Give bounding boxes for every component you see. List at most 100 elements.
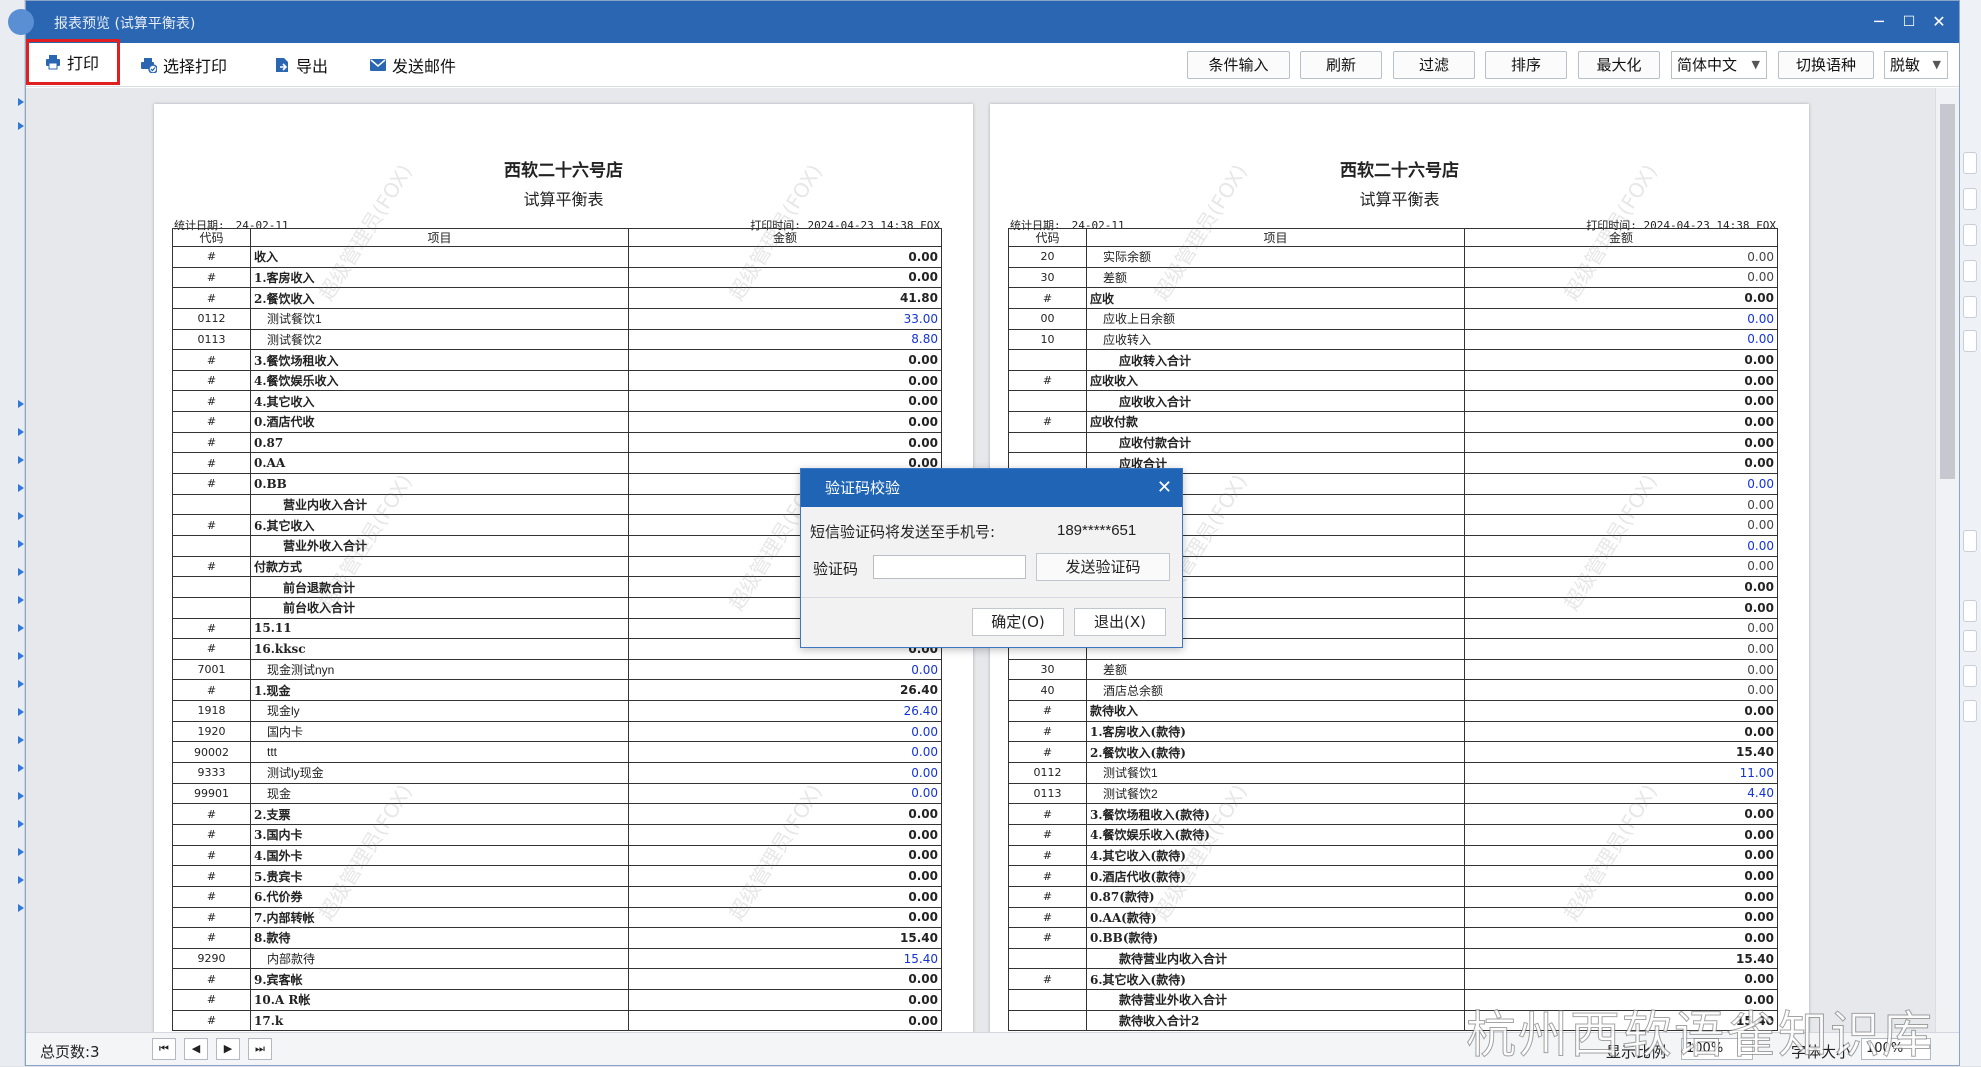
table-row: 9290 内部款待 15.40 (172, 947, 942, 970)
background-control (1963, 188, 1977, 210)
language-value: 简体中文 (1677, 56, 1738, 74)
last-page-button[interactable]: ⏭ (248, 1038, 272, 1060)
maximize-view-button[interactable]: 最大化 (1578, 51, 1660, 79)
store-name: 西软二十六号店 (504, 161, 623, 181)
maximize-button[interactable]: ☐ (1897, 10, 1921, 34)
table-row: #17.k 0.00 (172, 1009, 942, 1032)
table-row: #4.餐饮娱乐收入 0.00 (172, 369, 942, 392)
expand-arrow-icon (18, 568, 24, 576)
table-row: #0.AA(款待) 0.00 (1008, 906, 1778, 929)
app-icon (8, 9, 34, 35)
cell-item: 款待收入合计2 (1086, 1009, 1465, 1032)
cell-amount: 0.00 (628, 369, 942, 392)
cell-item: 应收付款 (1086, 411, 1465, 433)
cell-item: 0.87(款待) (1086, 885, 1465, 908)
cell-amount: 0.00 (1464, 576, 1778, 598)
next-page-button[interactable]: ▶ (216, 1038, 240, 1060)
table-row: #3.餐饮场租收入(款待) 0.00 (1008, 803, 1778, 825)
cell-item: 3.餐饮场租收入(款待) (1086, 803, 1465, 825)
print-button[interactable]: 打印 (26, 39, 120, 85)
cell-item: 5.贵宾卡 (250, 865, 629, 887)
first-page-button[interactable]: ⏮ (152, 1038, 176, 1060)
cell-code: # (172, 287, 251, 309)
prev-page-button[interactable]: ◀ (184, 1038, 208, 1060)
cell-code: # (1008, 927, 1087, 949)
cell-amount: 33.00 (628, 307, 942, 330)
cell-amount: 0.00 (1464, 473, 1778, 495)
cell-item: 应收转入 (1086, 328, 1465, 351)
cell-code: # (172, 617, 251, 640)
minimize-button[interactable]: ─ (1867, 10, 1891, 34)
background-control (1963, 630, 1977, 652)
table-row: #6.其它收入(款待) 0.00 (1008, 968, 1778, 991)
cell-amount: 0.00 (1464, 906, 1778, 929)
cell-code: # (1008, 823, 1087, 846)
table-row: 00 应收上日余额 0.00 (1008, 307, 1778, 330)
cell-code: 00 (1008, 307, 1087, 330)
cell-code: 9290 (172, 947, 251, 970)
cell-item: 应收收入 (1086, 369, 1465, 392)
cell-code: 0113 (172, 328, 251, 351)
cell-amount: 11.00 (1464, 762, 1778, 784)
cell-item: 1.现金 (250, 679, 629, 702)
cell-code: 0112 (172, 307, 251, 330)
cell-item: 前台退款合计 (250, 576, 629, 598)
cell-item: 9.宾客帐 (250, 968, 629, 991)
cell-code: # (172, 369, 251, 392)
cell-code: # (1008, 700, 1087, 722)
cell-item: ttt (250, 741, 629, 764)
cell-item: 测试餐饮2 (1086, 782, 1465, 805)
cell-code: # (172, 555, 251, 578)
mask-select[interactable]: 脱敏 ▼ (1884, 51, 1948, 79)
cell-code: # (172, 390, 251, 413)
desktop-background: 报表预览 (试算平衡表) ─ ☐ ✕ 打印 选择打印 导出 发送邮件 条件输入 … (0, 0, 1981, 1066)
send-mail-button[interactable]: 发送邮件 (370, 49, 456, 81)
cell-item: 4.餐饮娱乐收入 (250, 369, 629, 392)
cell-code: # (1008, 287, 1087, 309)
cell-code: 40 (1008, 679, 1087, 702)
title-bar: 报表预览 (试算平衡表) ─ ☐ ✕ (8, 1, 1959, 43)
cell-amount: 0.00 (628, 782, 942, 805)
cell-amount: 0.00 (1464, 700, 1778, 722)
cell-code: # (172, 679, 251, 702)
verification-code-input[interactable] (873, 555, 1026, 579)
dialog-divider (801, 597, 1182, 598)
cell-code: 0112 (1008, 762, 1087, 784)
sort-button[interactable]: 排序 (1485, 51, 1567, 79)
cell-item: 应收收入合计 (1086, 390, 1465, 413)
cell-item: 4.其它收入(款待) (1086, 844, 1465, 867)
confirm-button[interactable]: 确定(O) (972, 608, 1064, 636)
dialog-close-icon[interactable]: ✕ (1157, 469, 1172, 507)
cell-code: # (172, 968, 251, 991)
export-button[interactable]: 导出 (274, 49, 328, 81)
send-code-button[interactable]: 发送验证码 (1036, 553, 1170, 581)
select-print-button[interactable]: 选择打印 (141, 49, 227, 81)
exit-button[interactable]: 退出(X) (1074, 608, 1166, 636)
table-row: #9.宾客帐 0.00 (172, 968, 942, 991)
cell-amount: 0.00 (628, 865, 942, 887)
cell-item: 0.AA (250, 452, 629, 475)
cell-code: 90002 (172, 741, 251, 764)
scrollbar-thumb[interactable] (1940, 104, 1955, 479)
expand-arrow-icon (18, 400, 24, 408)
refresh-button[interactable]: 刷新 (1300, 51, 1382, 79)
language-select[interactable]: 简体中文 ▼ (1671, 51, 1767, 79)
condition-input-button[interactable]: 条件输入 (1187, 51, 1290, 79)
table-row: #7.内部转帐 0.00 (172, 906, 942, 929)
cell-amount: 0.00 (1464, 927, 1778, 949)
close-button[interactable]: ✕ (1927, 10, 1951, 34)
cell-amount: 0.00 (1464, 885, 1778, 908)
cell-item: 应收转入合计 (1086, 349, 1465, 371)
switch-language-button[interactable]: 切换语种 (1778, 51, 1874, 79)
cell-item: 收入 (250, 246, 629, 268)
cell-code: 99901 (172, 782, 251, 805)
cell-code (1008, 989, 1087, 1011)
filter-button[interactable]: 过滤 (1393, 51, 1475, 79)
cell-item: 营业外收入合计 (250, 534, 629, 557)
cell-code: 9333 (172, 762, 251, 784)
cell-code: 1920 (172, 720, 251, 743)
cell-item: 0.酒店代收 (250, 411, 629, 433)
vertical-scrollbar[interactable] (1935, 88, 1959, 1034)
cell-amount: 0.00 (628, 266, 942, 289)
cell-code: # (172, 411, 251, 433)
